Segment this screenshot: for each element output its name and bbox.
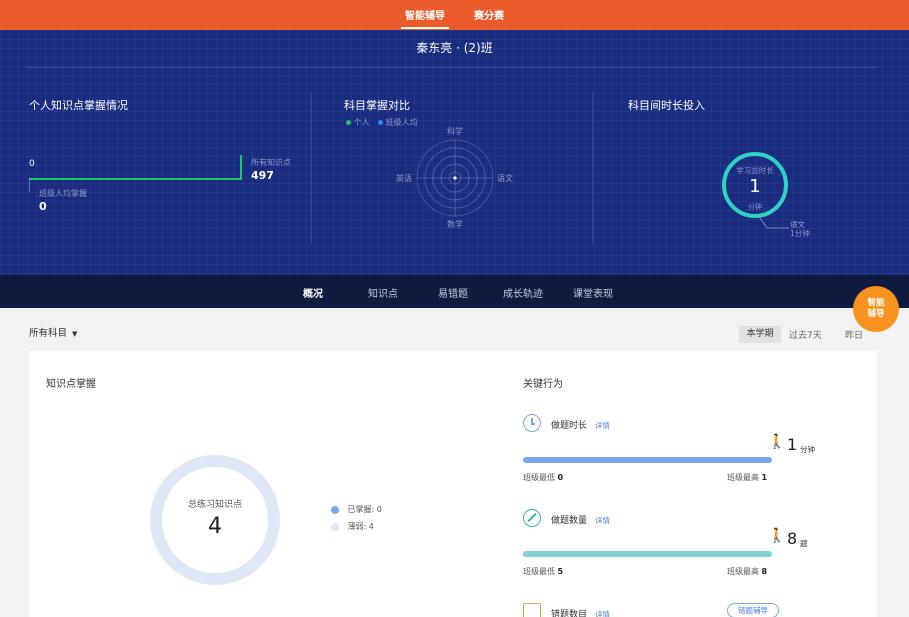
duration-unit: 分钟 bbox=[800, 445, 815, 454]
legend-mastered: 已掌握: 0 bbox=[331, 504, 382, 515]
count-bar-fill bbox=[523, 551, 772, 557]
duration-max-label: 班级最高 bbox=[727, 473, 759, 482]
class-avg-value: 0 bbox=[39, 200, 47, 213]
weak-dot bbox=[331, 522, 339, 531]
legend-label-class: 班级人均 bbox=[385, 118, 418, 127]
subject-compare-title: 科目掌握对比 bbox=[344, 99, 410, 112]
period-active[interactable]: 本学期 bbox=[739, 326, 781, 343]
radar-axis-math: 数学 bbox=[447, 220, 463, 229]
mastery-center-label: 总练习知识点 bbox=[187, 500, 242, 510]
tab-mistakes[interactable]: 易错题 bbox=[438, 285, 468, 300]
overview-card: 知识点掌握 总练习知识点 4 已掌握: 0 薄弱: 4 关键行为 做题时长 详情… bbox=[29, 351, 877, 617]
time-invest-title: 科目间时长投入 bbox=[628, 99, 705, 112]
main-content: 所有科目 ▼ 本学期 过去7天 昨日 知识点掌握 总练习知识点 4 已掌握: 0… bbox=[0, 308, 909, 617]
clock-icon bbox=[523, 414, 541, 432]
mistake-count-label: 错题数目 bbox=[551, 610, 588, 617]
walker-icon: 🚶 bbox=[768, 434, 786, 450]
class-title: 秦东亮 · (2)班 bbox=[416, 41, 493, 55]
mastered-label: 已掌握: 0 bbox=[347, 505, 382, 514]
caret-down-icon: ▼ bbox=[72, 330, 78, 338]
mistake-tutor-button[interactable]: 错题辅导 bbox=[727, 603, 779, 617]
duration-min-label: 班级最低 bbox=[523, 473, 555, 482]
tab-overview[interactable]: 概况 bbox=[291, 285, 335, 311]
count-min-label: 班级最低 bbox=[523, 567, 555, 576]
total-knowledge-label: 所有知识点 bbox=[251, 158, 291, 167]
ring-value: 1 bbox=[749, 176, 761, 197]
count-detail-link[interactable]: 详情 bbox=[595, 515, 610, 526]
ring-label: 学习总时长 bbox=[736, 166, 774, 175]
walker-icon: 🚶 bbox=[768, 528, 786, 544]
tab-growth[interactable]: 成长轨迹 bbox=[503, 285, 543, 300]
radar-chart bbox=[416, 139, 494, 217]
duration-min-value: 0 bbox=[557, 473, 564, 482]
duration-track bbox=[523, 457, 772, 463]
period-yesterday[interactable]: 昨日 bbox=[845, 328, 863, 341]
smart-tutor-fab[interactable]: 智能 辅导 bbox=[853, 286, 899, 332]
top-nav: 智能辅导 赛分赛 bbox=[0, 0, 909, 30]
count-max-value: 8 bbox=[761, 567, 768, 576]
ring-unit: 分钟 bbox=[748, 203, 762, 211]
count-unit: 题 bbox=[800, 539, 808, 548]
section-divider-1 bbox=[311, 92, 312, 244]
duration-min: 班级最低 0 bbox=[523, 472, 563, 483]
mistake-detail-link[interactable]: 详情 bbox=[595, 609, 610, 617]
legend-weak: 薄弱: 4 bbox=[331, 521, 374, 532]
top-tab-score-race[interactable]: 赛分赛 bbox=[474, 7, 504, 22]
ring-callout-line bbox=[756, 214, 789, 229]
notebook-icon bbox=[523, 603, 541, 617]
mastery-title: 知识点掌握 bbox=[46, 379, 96, 390]
subject-filter[interactable]: 所有科目 ▼ bbox=[29, 325, 77, 339]
class-avg-label: 班级人均掌握 bbox=[39, 189, 87, 198]
mastered-dot bbox=[331, 505, 339, 514]
legend-dot-personal bbox=[346, 120, 351, 125]
radar-axis-chinese: 语文 bbox=[497, 174, 513, 183]
key-behaviors-title: 关键行为 bbox=[523, 379, 563, 390]
fab-line-1: 智能 bbox=[867, 298, 885, 308]
weak-label: 薄弱: 4 bbox=[347, 522, 374, 531]
period-7days[interactable]: 过去7天 bbox=[789, 328, 822, 341]
count-max: 班级最高 8 bbox=[727, 566, 767, 577]
duration-label: 做题时长 bbox=[551, 421, 588, 431]
count-value: 8 bbox=[787, 529, 798, 548]
count-min: 班级最低 5 bbox=[523, 566, 563, 577]
knowledge-line-chart bbox=[29, 155, 244, 192]
duration-detail-link[interactable]: 详情 bbox=[595, 420, 610, 431]
count-max-label: 班级最高 bbox=[727, 567, 759, 576]
section-tabs: 概况 知识点 易错题 成长轨迹 课堂表现 bbox=[0, 275, 909, 311]
radar-axis-science: 科学 bbox=[447, 127, 463, 136]
duration-bar-fill bbox=[523, 457, 772, 463]
radar-legend: 个人 班级人均 bbox=[346, 117, 418, 128]
tab-knowledge[interactable]: 知识点 bbox=[368, 285, 398, 300]
duration-max: 班级最高 1 bbox=[727, 472, 767, 483]
duration-value: 1 bbox=[787, 435, 798, 454]
knowledge-section-title: 个人知识点掌握情况 bbox=[29, 99, 128, 112]
count-label: 做题数量 bbox=[551, 516, 588, 526]
count-track bbox=[523, 551, 772, 557]
tab-classroom[interactable]: 课堂表现 bbox=[573, 285, 613, 300]
callout-value: 1分钟 bbox=[790, 229, 810, 238]
pencil-icon bbox=[523, 509, 541, 527]
radar-axis-english: 英语 bbox=[396, 174, 412, 183]
top-tab-smart-tutor[interactable]: 智能辅导 bbox=[401, 7, 449, 29]
legend-label-personal: 个人 bbox=[353, 118, 370, 127]
fab-line-2: 辅导 bbox=[867, 309, 885, 319]
section-divider-2 bbox=[592, 92, 593, 244]
count-min-value: 5 bbox=[557, 567, 564, 576]
subject-filter-label: 所有科目 bbox=[29, 328, 68, 339]
total-knowledge-value: 497 bbox=[251, 169, 274, 182]
legend-dot-class bbox=[378, 120, 384, 125]
hero-divider bbox=[26, 67, 877, 68]
hero-panel: 秦东亮 · (2)班 个人知识点掌握情况 0 所有知识点 497 班级人均掌握 … bbox=[0, 30, 909, 275]
mastery-center-value: 4 bbox=[208, 514, 222, 539]
duration-max-value: 1 bbox=[761, 473, 768, 482]
